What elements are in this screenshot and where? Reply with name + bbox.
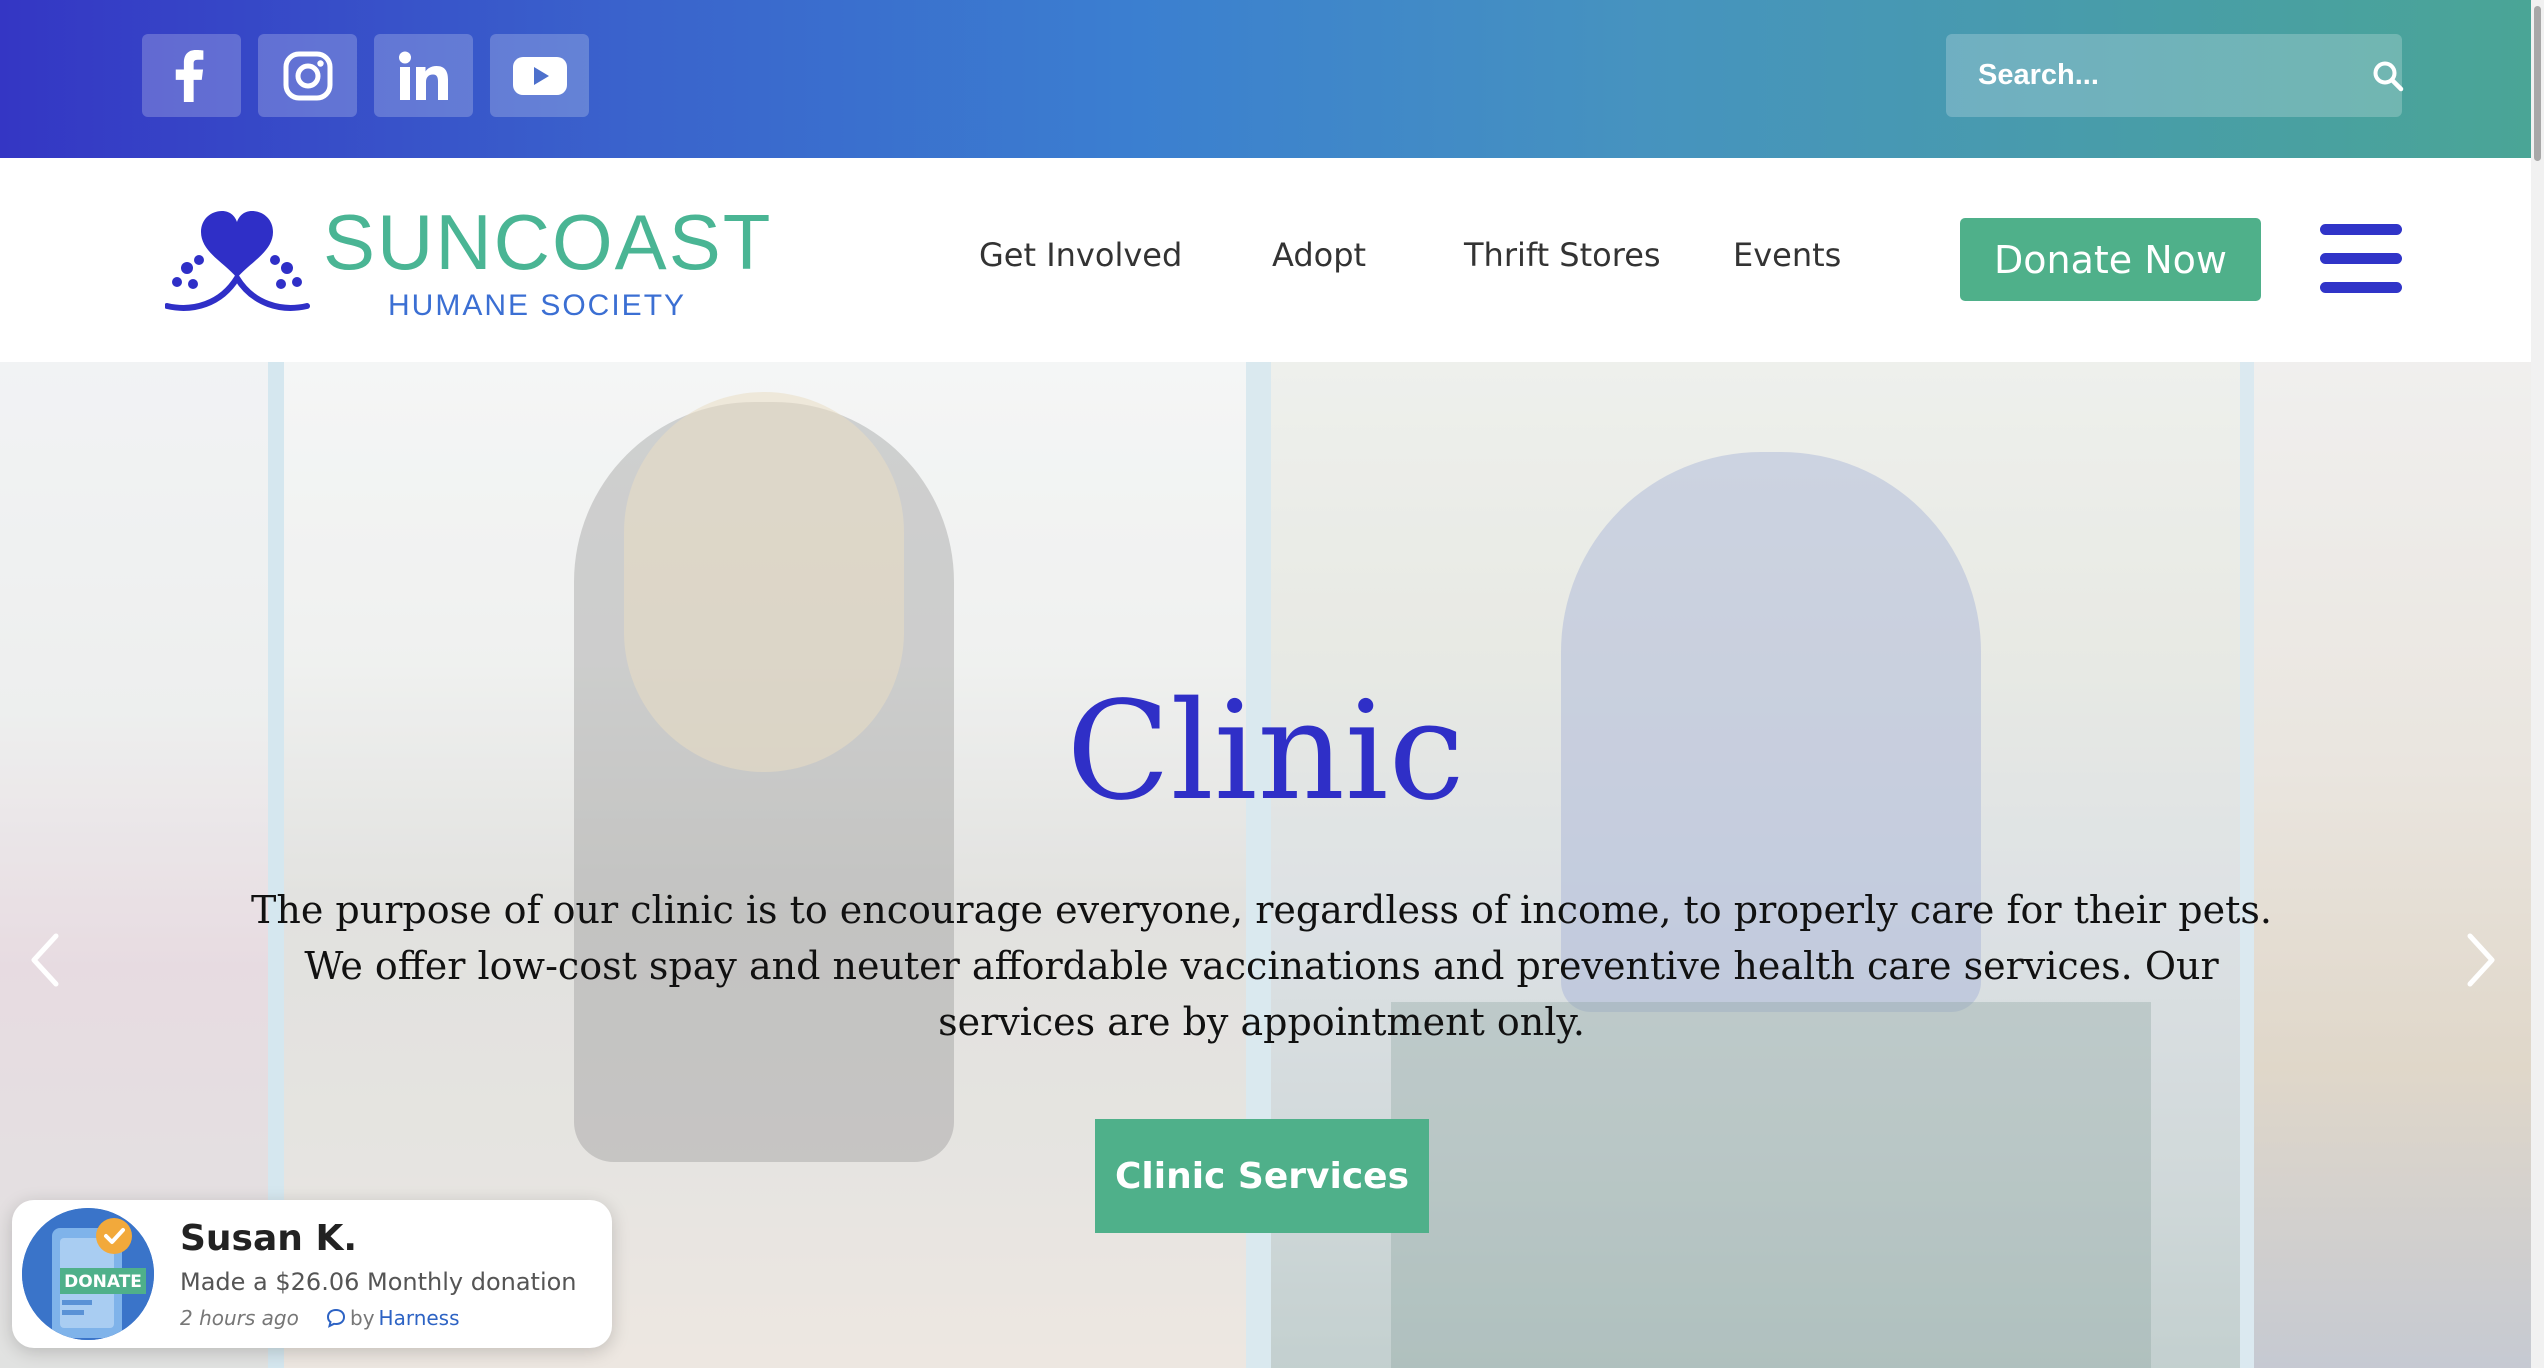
donation-notification[interactable]: DONATE Susan K. Made a $26.06 Monthly do…	[12, 1200, 612, 1348]
hamburger-menu-icon[interactable]	[2320, 224, 2402, 294]
hero-title: Clinic	[1066, 673, 1465, 831]
donate-phone-icon: DONATE	[22, 1208, 154, 1340]
facebook-link[interactable]	[142, 34, 241, 117]
donate-now-button[interactable]: Donate Now	[1960, 218, 2261, 301]
donation-message: Made a $26.06 Monthly donation	[180, 1268, 577, 1296]
donor-name: Susan K.	[180, 1218, 358, 1259]
powered-by-prefix: by	[350, 1306, 375, 1330]
donate-badge-image: DONATE	[22, 1208, 154, 1340]
chevron-right-icon	[2467, 933, 2495, 987]
linkedin-icon	[398, 51, 448, 100]
logo-wordmark: SUNCOAST	[323, 198, 773, 286]
clinic-services-button[interactable]: Clinic Services	[1095, 1119, 1429, 1233]
instagram-link[interactable]	[258, 34, 357, 117]
chat-bubble-icon	[326, 1308, 346, 1328]
heart-paws-icon	[165, 211, 310, 311]
facebook-icon	[175, 49, 203, 102]
search-button[interactable]	[2372, 56, 2404, 96]
youtube-icon	[512, 56, 567, 95]
slider-prev-button[interactable]	[20, 930, 70, 990]
page-scrollbar[interactable]	[2531, 0, 2544, 1368]
site-logo[interactable]: SUNCOAST HUMANE SOCIETY	[165, 203, 770, 328]
hero-description: The purpose of our clinic is to encourag…	[251, 888, 2272, 1044]
search-box	[1946, 34, 2404, 117]
chevron-left-icon	[31, 933, 59, 987]
search-input[interactable]	[1978, 59, 2372, 92]
donation-time: 2 hours ago	[180, 1306, 299, 1330]
top-bar	[0, 0, 2531, 158]
nav-adopt[interactable]: Adopt	[1272, 236, 1366, 274]
harness-link[interactable]: Harness	[379, 1306, 460, 1330]
search-icon	[2373, 61, 2404, 91]
linkedin-link[interactable]	[374, 34, 473, 117]
instagram-icon	[283, 51, 332, 100]
slider-next-button[interactable]	[2456, 930, 2506, 990]
site-header: SUNCOAST HUMANE SOCIETY Get Involved Ado…	[0, 158, 2531, 362]
nav-get-involved[interactable]: Get Involved	[979, 236, 1182, 274]
powered-by: by Harness	[326, 1306, 460, 1330]
nav-thrift-stores[interactable]: Thrift Stores	[1464, 236, 1661, 274]
nav-events[interactable]: Events	[1733, 236, 1841, 274]
youtube-link[interactable]	[490, 34, 589, 117]
logo-subtitle: HUMANE SOCIETY	[388, 289, 687, 322]
scrollbar-thumb[interactable]	[2534, 6, 2541, 161]
donate-badge-label: DONATE	[64, 1272, 142, 1292]
